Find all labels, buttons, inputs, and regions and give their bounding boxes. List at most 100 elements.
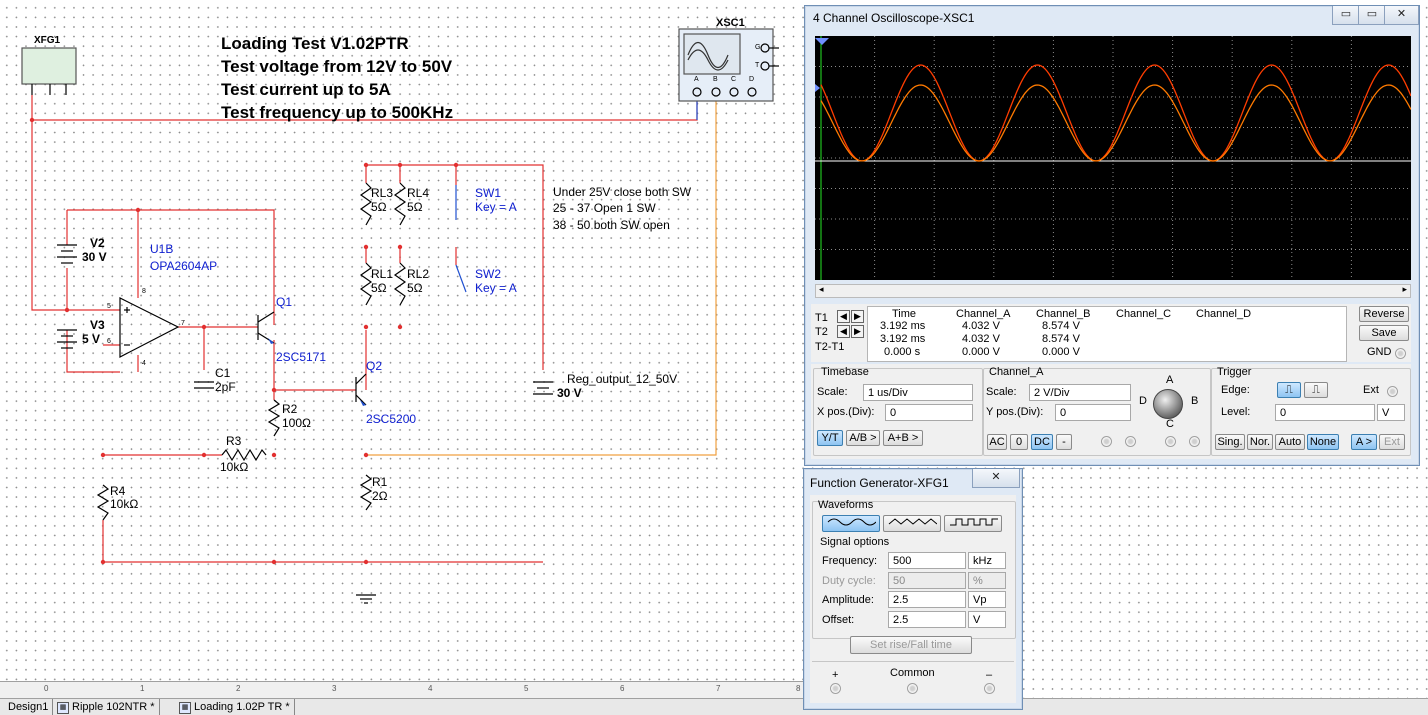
r2-name: R2 (282, 402, 298, 416)
cursor-readout-panel: T1 T2 T2-T1 ◀ ▶ ◀ ▶ Time Channel_A Chann… (811, 304, 1411, 362)
sw2-name: SW2 (475, 267, 502, 281)
xsc-term-b: B (713, 76, 718, 83)
sw2-key: Key = A (475, 281, 517, 295)
auto-button[interactable]: Auto (1275, 434, 1305, 450)
duty-unit[interactable]: % (968, 572, 1006, 589)
resistor-rl3 (359, 182, 373, 226)
channel-scale-input[interactable]: 2 V/Div (1029, 384, 1131, 401)
triangle-wave-button[interactable] (883, 515, 941, 532)
title-line: Loading Test V1.02PTR (221, 34, 409, 53)
schematic-file-icon: ▦ (57, 702, 69, 714)
zero-button[interactable]: 0 (1010, 434, 1028, 450)
rl3-value: 5Ω (371, 200, 387, 214)
screen-scrollbar[interactable]: ◂ ▸ (815, 284, 1411, 298)
trigger-source-a-button[interactable]: A > (1351, 434, 1377, 450)
rising-edge-button[interactable]: ⎍ (1277, 382, 1301, 398)
amplitude-input[interactable]: 2.5 (888, 591, 966, 608)
offset-input[interactable]: 2.5 (888, 611, 966, 628)
yt-button[interactable]: Y/T (817, 430, 843, 446)
xpos-input[interactable]: 0 (885, 404, 973, 421)
none-button[interactable]: None (1307, 434, 1339, 450)
save-button[interactable]: Save (1359, 325, 1409, 341)
sw1-key: Key = A (475, 200, 517, 214)
trigger-source-ext-button[interactable]: Ext (1379, 434, 1405, 450)
resistor-r3 (221, 448, 267, 462)
channel-radio[interactable] (1101, 436, 1112, 447)
pin-7: 7 (181, 320, 185, 327)
rising-edge-icon: ⎍ (1285, 384, 1293, 396)
triangle-wave-icon (888, 518, 938, 525)
ext-radio[interactable] (1387, 386, 1398, 397)
level-input[interactable]: 0 (1275, 404, 1375, 421)
channel-select-knob[interactable] (1153, 389, 1183, 419)
pin-8: 8 (142, 288, 146, 295)
switch-sw2 (455, 264, 467, 293)
falling-edge-button[interactable]: ⎍ (1304, 382, 1328, 398)
cursor-label: T2 (815, 326, 828, 338)
minimize-button[interactable]: ▭ (1332, 6, 1360, 25)
rl1-name: RL1 (371, 267, 394, 281)
duty-input[interactable]: 50 (888, 572, 966, 589)
channel-radio[interactable] (1189, 436, 1200, 447)
t1-left-arrow[interactable]: ◀ (837, 310, 850, 323)
single-button[interactable]: Sing. (1215, 434, 1245, 450)
minus-terminal[interactable] (984, 683, 995, 694)
channel-radio[interactable] (1125, 436, 1136, 447)
frequency-unit[interactable]: kHz (968, 552, 1006, 569)
plus-terminal[interactable] (830, 683, 841, 694)
channel-radio[interactable] (1165, 436, 1176, 447)
pin-6: 6 (107, 338, 111, 345)
tab-ripple[interactable]: ▦ Ripple 102NTR * (54, 699, 160, 715)
amplitude-unit[interactable]: Vp (968, 591, 1006, 608)
close-button[interactable]: ✕ (1384, 6, 1419, 25)
xsc-term-c: C (731, 76, 737, 83)
readout-cell: 3.192 ms (880, 333, 926, 345)
reg-value: 30 V (557, 386, 582, 400)
dc-button[interactable]: DC (1031, 434, 1053, 450)
normal-button[interactable]: Nor. (1247, 434, 1273, 450)
ypos-input[interactable]: 0 (1055, 404, 1131, 421)
control-panel: Timebase Scale: 1 us/Div X pos.(Div): 0 … (811, 364, 1411, 459)
ext-label: Ext (1363, 384, 1379, 396)
pin-5: 5 (107, 303, 111, 310)
xsc-term-t: T (755, 62, 760, 69)
resistor-rl4 (393, 182, 407, 226)
oscilloscope-title: 4 Channel Oscilloscope-XSC1 (813, 11, 975, 25)
xfg-label: XFG1 (34, 35, 61, 46)
common-terminal[interactable] (907, 683, 918, 694)
channel-scale-label: Scale: (986, 386, 1017, 398)
offset-unit[interactable]: V (968, 611, 1006, 628)
close-button[interactable]: ✕ (972, 469, 1020, 488)
note-line: Under 25V close both SW (553, 185, 692, 199)
square-wave-icon (950, 518, 998, 526)
timebase-scale-input[interactable]: 1 us/Div (863, 384, 973, 401)
readout-cell: 0.000 V (962, 346, 1000, 358)
level-unit[interactable]: V (1377, 404, 1405, 421)
waveforms-label: Waveforms (818, 499, 874, 511)
frequency-input[interactable]: 500 (888, 552, 966, 569)
close-icon: ✕ (991, 471, 1001, 483)
invert-button[interactable]: - (1056, 434, 1072, 450)
q2-name: Q2 (366, 359, 383, 373)
maximize-button[interactable]: ▭ (1358, 6, 1386, 25)
t1-right-arrow[interactable]: ▶ (851, 310, 864, 323)
a-plus-b-button[interactable]: A+B > (883, 430, 923, 446)
tab-design1[interactable]: Design1 (0, 699, 54, 715)
gnd-radio[interactable] (1395, 348, 1406, 359)
t2-left-arrow[interactable]: ◀ (837, 325, 850, 338)
r3-name: R3 (226, 434, 242, 448)
edge-label: Edge: (1221, 384, 1250, 396)
resistor-rl1 (359, 262, 373, 306)
schematic-title-block: Loading Test V1.02PTR Test voltage from … (221, 32, 453, 124)
tab-loading[interactable]: ▦ Loading 1.02P TR * (176, 699, 295, 715)
ab-button[interactable]: A/B > (846, 430, 880, 446)
t2-right-arrow[interactable]: ▶ (851, 325, 864, 338)
square-wave-button[interactable] (944, 515, 1002, 532)
u1-name: U1B (150, 242, 174, 256)
rl3-name: RL3 (371, 186, 394, 200)
sine-wave-button[interactable] (822, 515, 880, 532)
set-rise-fall-button[interactable]: Set rise/Fall time (850, 636, 972, 654)
ac-button[interactable]: AC (987, 434, 1007, 450)
reverse-button[interactable]: Reverse (1359, 306, 1409, 322)
v3-name: V3 (90, 318, 105, 332)
